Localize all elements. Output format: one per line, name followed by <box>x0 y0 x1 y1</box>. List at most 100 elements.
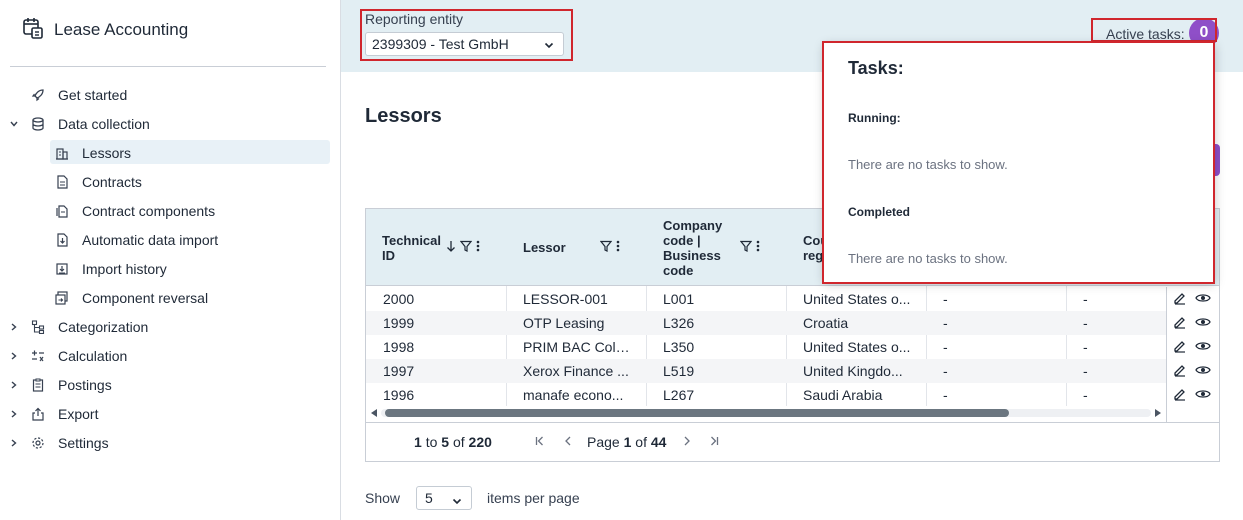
cell-lessor: manafe econo... <box>523 387 624 403</box>
scroll-left-icon[interactable] <box>371 409 377 417</box>
reporting-entity-value: 2399309 - Test GmbH <box>372 36 509 52</box>
sidebar-item-contract-components[interactable]: Contract components <box>0 196 341 225</box>
chevron-right-icon[interactable] <box>8 379 20 391</box>
cell-lessor: LESSOR-001 <box>523 291 608 307</box>
cell-company-code: L001 <box>663 291 695 307</box>
rocket-icon <box>30 87 46 103</box>
sidebar-nav: Get started Data collection Lessors Cont… <box>0 80 341 457</box>
column-header-technical-id[interactable]: Technical ID <box>382 209 452 286</box>
edit-icon[interactable] <box>1173 339 1187 356</box>
view-icon[interactable] <box>1195 363 1211 380</box>
sidebar-item-component-reversal[interactable]: Component reversal <box>0 283 341 312</box>
sidebar-item-postings[interactable]: Postings <box>0 370 341 399</box>
running-tasks-empty: There are no tasks to show. <box>848 157 1008 172</box>
cell-value: - <box>1083 339 1088 355</box>
sidebar: Lease Accounting Get started Data collec… <box>0 0 341 520</box>
filter-icon[interactable] <box>739 240 753 255</box>
sidebar-item-get-started[interactable]: Get started <box>0 80 341 109</box>
chevron-right-icon[interactable] <box>8 350 20 362</box>
row-actions <box>1166 287 1219 311</box>
cell-country: United States o... <box>803 291 911 307</box>
column-header-company-code[interactable]: Company code | Business code <box>663 209 725 286</box>
export-icon <box>30 406 46 422</box>
cell-value: - <box>1083 291 1088 307</box>
cell-company-code: L519 <box>663 363 695 379</box>
previous-page-icon[interactable] <box>562 434 574 450</box>
scroll-right-icon[interactable] <box>1155 409 1161 417</box>
sidebar-item-label: Contracts <box>82 173 142 190</box>
page-size-suffix: items per page <box>487 490 580 506</box>
cell-technical-id: 1999 <box>383 315 415 331</box>
cell-value: - <box>943 291 948 307</box>
chevron-right-icon[interactable] <box>8 437 20 449</box>
sidebar-item-import-history[interactable]: Import history <box>0 254 341 283</box>
sidebar-item-contracts[interactable]: Contracts <box>0 167 341 196</box>
sidebar-item-label: Automatic data import <box>82 231 219 248</box>
cell-technical-id: 1997 <box>383 363 415 379</box>
sort-descending-icon[interactable] <box>446 240 456 255</box>
view-icon[interactable] <box>1195 387 1211 404</box>
table-row[interactable]: 1997 Xerox Finance ... L519 United Kingd… <box>366 359 1166 383</box>
edit-icon[interactable] <box>1173 291 1187 308</box>
edit-icon[interactable] <box>1173 387 1187 404</box>
cell-value: - <box>943 363 948 379</box>
view-icon[interactable] <box>1195 339 1211 356</box>
sidebar-item-label: Data collection <box>58 115 150 132</box>
sidebar-item-categorization[interactable]: Categorization <box>0 312 341 341</box>
page-size-value: 5 <box>425 490 433 506</box>
sidebar-item-lessors[interactable]: Lessors <box>0 138 341 167</box>
cell-technical-id: 1996 <box>383 387 415 403</box>
table-row[interactable]: 2000 LESSOR-001 L001 United States o... … <box>366 287 1166 311</box>
filter-icon[interactable] <box>459 240 473 255</box>
filter-icon[interactable] <box>599 240 613 255</box>
pagination-bar: 1 to 5 of 220 Page 1 of 44 <box>366 422 1219 462</box>
chevron-right-icon[interactable] <box>8 408 20 420</box>
file-import-icon <box>54 232 70 248</box>
scrollbar-thumb[interactable] <box>385 409 1009 417</box>
edit-icon[interactable] <box>1173 363 1187 380</box>
edit-icon[interactable] <box>1173 315 1187 332</box>
sidebar-item-calculation[interactable]: Calculation <box>0 341 341 370</box>
chevron-down-icon <box>543 38 555 54</box>
sidebar-item-label: Component reversal <box>82 289 209 306</box>
cell-country: Croatia <box>803 315 849 331</box>
reporting-entity-select[interactable]: 2399309 - Test GmbH <box>365 32 564 56</box>
next-page-icon[interactable] <box>681 434 693 450</box>
sidebar-item-label: Settings <box>58 434 109 451</box>
view-icon[interactable] <box>1195 291 1211 308</box>
column-header-technical-id-tools <box>446 209 506 286</box>
page-size-select[interactable]: 5 <box>416 486 472 510</box>
cell-lessor: OTP Leasing <box>523 315 605 331</box>
page-indicator: Page 1 of 44 <box>587 434 667 450</box>
pagination-range: 1 to 5 of 220 <box>414 434 492 450</box>
sidebar-item-export[interactable]: Export <box>0 399 341 428</box>
row-actions <box>1166 383 1219 407</box>
first-page-icon[interactable] <box>534 434 546 450</box>
sidebar-item-label: Get started <box>58 86 128 103</box>
row-actions <box>1166 311 1219 335</box>
sidebar-item-settings[interactable]: Settings <box>0 428 341 457</box>
horizontal-scrollbar[interactable] <box>369 406 1163 420</box>
cell-value: - <box>943 315 948 331</box>
table-row[interactable]: 1999 OTP Leasing L326 Croatia - - <box>366 311 1166 335</box>
table-row[interactable]: 1998 PRIM BAC Colo... L350 United States… <box>366 335 1166 359</box>
column-header-lessor[interactable]: Lessor <box>523 209 583 286</box>
chevron-right-icon[interactable] <box>8 321 20 333</box>
active-tasks-label[interactable]: Active tasks: <box>1106 26 1185 42</box>
more-vertical-icon[interactable] <box>616 240 620 255</box>
sidebar-item-automatic-data-import[interactable]: Automatic data import <box>0 225 341 254</box>
table-row[interactable]: 1996 manafe econo... L267 Saudi Arabia -… <box>366 383 1166 407</box>
row-actions <box>1166 359 1219 383</box>
hierarchy-icon <box>30 319 46 335</box>
cell-value: - <box>943 339 948 355</box>
last-page-icon[interactable] <box>708 434 720 450</box>
cell-value: - <box>1083 387 1088 403</box>
view-icon[interactable] <box>1195 315 1211 332</box>
sidebar-item-data-collection[interactable]: Data collection <box>0 109 341 138</box>
chevron-down-icon[interactable] <box>8 118 20 130</box>
more-vertical-icon[interactable] <box>476 240 480 255</box>
more-vertical-icon[interactable] <box>756 240 760 255</box>
clipboard-icon <box>30 377 46 393</box>
sidebar-divider <box>10 66 326 67</box>
sidebar-item-label: Lessors <box>82 144 132 161</box>
